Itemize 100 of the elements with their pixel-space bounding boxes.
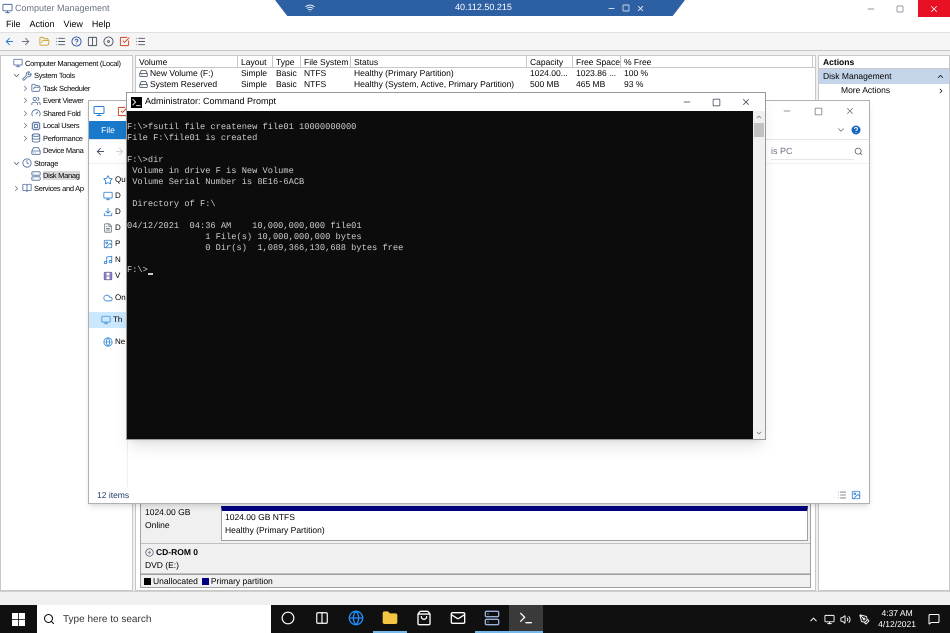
search-icon [43,613,55,625]
scroll-down-icon[interactable] [755,429,763,437]
table-cell: 500 MB [530,78,560,91]
volume-icon[interactable] [840,614,852,624]
nav-item[interactable]: V [89,268,127,284]
cortana-icon[interactable] [281,611,295,625]
forward-icon[interactable] [20,36,31,47]
column-header[interactable]: Free Space [573,56,621,67]
expand-icon[interactable] [21,134,30,143]
disk-size: DVD (E:) [145,558,180,572]
expand-icon[interactable] [21,108,30,118]
column-header[interactable]: Volume [136,56,238,67]
check-icon[interactable] [119,36,130,47]
table-cell: 93 % [624,78,644,91]
computer-icon [13,58,23,68]
store-icon[interactable] [416,610,432,626]
column-header[interactable]: Capacity [527,56,573,67]
action-link[interactable]: More Actions [841,84,890,97]
ribbon-tab[interactable]: File [89,121,127,139]
menu-item[interactable]: View [64,18,83,32]
search-field[interactable]: is PC [771,144,854,160]
menu-item[interactable]: Action [30,18,55,32]
item-count: 12 items [97,488,130,502]
nav-item[interactable]: On [89,290,127,306]
window-title: Computer Management [15,2,110,15]
taskbar-app[interactable] [509,605,543,633]
partition-block[interactable]: 1024.00 GB NTFS Healthy (Primary Partition) [221,506,808,541]
nav-item[interactable]: N [89,252,127,268]
console-line: 1 File(s) 10,000,000,000 bytes [204,232,362,243]
image-icon [103,239,113,249]
nav-item[interactable]: D [89,220,127,236]
scroll-up-icon[interactable] [755,113,763,121]
help-icon[interactable] [71,36,82,47]
table-cell: Healthy (Primary Partition) [354,67,454,80]
scrollbar-thumb[interactable] [754,123,764,137]
menu-item[interactable]: Help [92,18,110,32]
menu-item[interactable]: File [6,18,21,32]
console-line: F:\> [127,265,148,276]
details-view-icon[interactable] [837,490,847,500]
cloud-icon [103,293,113,303]
expand-icon[interactable] [12,184,21,193]
table-cell: 1024.00... [530,67,568,80]
actions-section[interactable]: Disk Management [819,69,949,84]
nav-item[interactable]: Qu [89,172,127,188]
desktop-icon [103,191,113,201]
column-header[interactable]: File System [301,56,351,67]
nav-item[interactable]: Ne [89,334,127,350]
expand-icon[interactable] [21,121,30,130]
disk-status: Online [145,518,171,532]
restore-icon[interactable] [896,4,904,12]
windows-logo-icon[interactable] [12,612,25,626]
nav-item[interactable]: D [89,188,127,204]
properties-icon[interactable] [117,106,128,116]
browser-icon[interactable] [348,610,364,626]
disk-icon[interactable] [103,36,114,47]
pen-icon[interactable] [859,614,870,624]
back-icon[interactable] [4,36,15,47]
clock[interactable]: 4:37 AM 4/12/2021 [878,608,916,630]
table-cell: Simple [241,78,267,91]
console-line: Volume in drive F is New Volume [131,166,294,177]
notification-icon[interactable] [928,613,940,625]
nav-item[interactable]: P [89,236,127,252]
nav-item[interactable]: Th [89,312,127,328]
expand-icon[interactable] [21,96,30,106]
column-header[interactable]: Layout [238,56,273,67]
app-icon [2,3,13,14]
nav-item[interactable]: D [89,204,127,220]
column-header[interactable]: Status [351,56,527,67]
legend-label: Primary partition [210,574,273,588]
close-icon[interactable] [636,4,645,12]
tiles-view-icon[interactable] [851,490,861,500]
close-icon[interactable] [845,106,855,116]
column-header[interactable]: Type [273,56,301,67]
console-line: 0 Dir(s) 1,089,366,130,688 bytes free [204,243,404,254]
task-view-icon[interactable] [315,611,329,625]
table-cell: NTFS [304,67,326,80]
signal-icon [305,3,315,13]
table-cell: Basic [276,67,297,80]
network-icon [103,337,113,347]
mail-icon[interactable] [450,610,466,626]
table-cell: 465 MB [576,78,606,91]
server-icon [31,170,41,181]
taskbar-search-field[interactable]: Type here to search [37,605,271,633]
chip-icon [31,120,41,131]
back-icon[interactable] [95,146,106,157]
expand-icon[interactable] [21,84,30,93]
star-icon [103,175,113,185]
network-icon[interactable] [824,614,836,624]
close-icon[interactable] [741,97,751,107]
folder-icon[interactable] [382,610,398,626]
maximize-icon[interactable] [814,106,823,116]
table-cell: Healthy (System, Active, Primary Partition) [354,78,514,91]
terminal-icon[interactable] [518,610,534,626]
table-cell: 100 % [624,67,648,80]
column-header[interactable]: % Free [621,56,813,67]
maximize-icon[interactable] [712,98,721,106]
list-icon[interactable] [135,36,146,47]
server-icon[interactable] [484,610,500,626]
document-icon [103,223,113,233]
download-icon [103,207,113,217]
